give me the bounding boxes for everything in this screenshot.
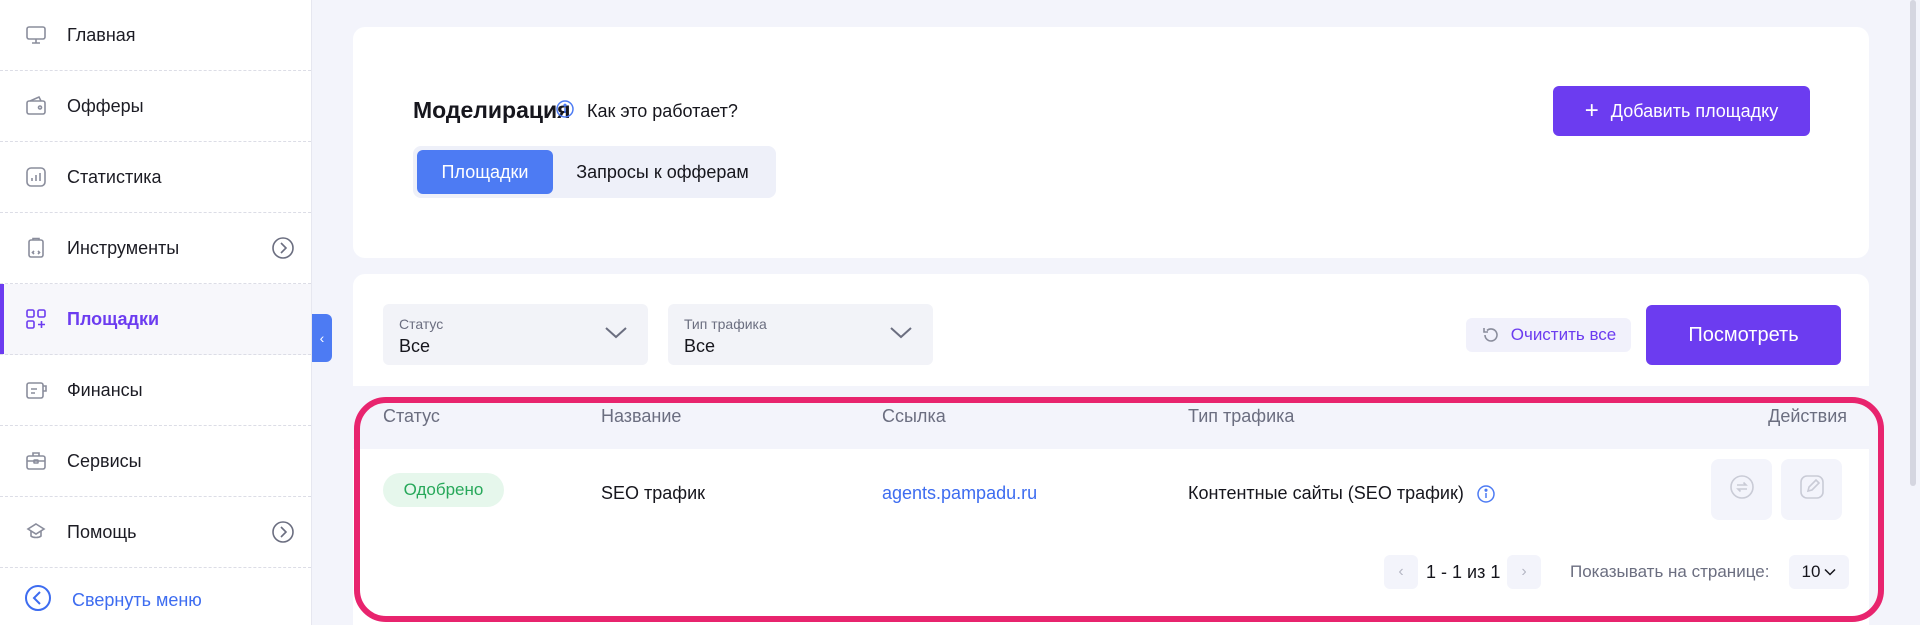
reset-icon [1481,325,1501,345]
view-button[interactable]: Посмотреть [1646,305,1841,365]
tab-offer-requests[interactable]: Запросы к офферам [553,150,772,194]
sidebar-toggle-tab[interactable]: ‹ [312,314,332,362]
info-icon [555,99,575,124]
sidebar-item-label: Помощь [67,521,137,542]
column-actions: Действия [1768,406,1847,426]
status-filter-select[interactable]: Статус Все [383,304,648,365]
wallet-icon [24,94,48,118]
how-it-works-label: Как это работает? [587,101,738,121]
traffic-type-filter-select[interactable]: Тип трафика Все [668,304,933,365]
plus-icon: + [1584,97,1599,124]
chevron-right-icon[interactable] [271,236,295,265]
help-icon [24,520,48,544]
row-traffic-type-label: Контентные сайты (SEO трафик) [1188,483,1464,503]
table-row: Одобрено SEO трафик agents.pampadu.ru Ко… [353,459,1869,529]
chevron-down-icon [1824,568,1836,576]
edit-button[interactable] [1781,459,1842,520]
pencil-icon [1798,473,1826,506]
column-name: Название [601,406,682,426]
add-platform-button[interactable]: + Добавить площадку [1553,86,1810,136]
pagination-range: 1 - 1 из 1 [1426,562,1501,582]
collapse-menu-label: Свернуть меню [72,590,202,610]
sidebar-item-label: Статистика [67,166,162,187]
chevron-down-icon [889,324,913,345]
moderation-header-card: Моделирация Как это работает? Площадки З… [353,27,1869,258]
scrollbar-thumb[interactable] [1910,0,1916,486]
page-title: Моделирация [413,97,571,123]
per-page-value: 10 [1801,562,1821,581]
sidebar-item-tools[interactable]: Инструменты [0,213,311,284]
per-page-select[interactable]: 10 [1789,555,1849,589]
clear-filters-button[interactable]: Очистить все [1466,318,1631,352]
row-traffic-type: Контентные сайты (SEO трафик) [1188,483,1496,504]
sidebar-item-statistics[interactable]: Статистика [0,142,311,213]
chevron-left-icon: ‹ [319,330,325,346]
sidebar-item-label: Сервисы [67,450,142,471]
sidebar-item-platforms[interactable]: Площадки [0,284,311,355]
monitor-icon [24,23,48,47]
per-page-label: Показывать на странице: [1570,562,1770,581]
chevron-down-icon [604,324,628,345]
sidebar: Главная Офферы Статистика Инструменты Пл… [0,0,312,625]
chevron-left-icon: ‹ [1398,563,1404,580]
tools-icon [24,236,48,260]
column-link: Ссылка [882,406,946,426]
sidebar-item-finance[interactable]: Финансы [0,355,311,426]
tabs: Площадки Запросы к офферам [413,146,776,198]
clear-filters-label: Очистить все [1510,325,1617,344]
tab-platforms[interactable]: Площадки [417,150,553,194]
platforms-table-card: Статус Все Тип трафика Все Очистить все … [353,274,1869,625]
sidebar-item-label: Финансы [67,379,143,400]
column-traffic-type: Тип трафика [1188,406,1295,426]
collapse-menu-button[interactable]: Свернуть меню [24,584,202,617]
sidebar-item-services[interactable]: Сервисы [0,426,311,497]
next-page-button[interactable]: › [1507,555,1541,589]
grid-plus-icon [24,307,48,331]
refresh-icon [1728,473,1756,506]
add-platform-label: Добавить площадку [1610,100,1779,121]
sidebar-item-label: Инструменты [67,237,180,258]
row-link[interactable]: agents.pampadu.ru [882,483,1037,504]
chart-icon [24,165,48,189]
status-filter-caption: Статус [399,316,444,332]
finance-icon [24,378,48,402]
sidebar-item-label: Офферы [67,95,144,116]
status-badge: Одобрено [383,473,504,507]
chevron-left-circle-icon [24,584,52,617]
sidebar-item-main[interactable]: Главная [0,0,311,71]
sidebar-item-label: Главная [67,24,136,45]
prev-page-button[interactable]: ‹ [1384,555,1418,589]
info-icon[interactable] [1476,484,1496,504]
column-status: Статус [383,406,440,426]
chevron-right-icon: › [1521,563,1527,580]
traffic-type-filter-value: Все [684,336,716,356]
briefcase-icon [24,449,48,473]
row-name: SEO трафик [601,483,706,503]
sidebar-item-offers[interactable]: Офферы [0,71,311,142]
chevron-right-icon[interactable] [271,520,295,549]
status-filter-value: Все [399,336,431,356]
traffic-type-filter-caption: Тип трафика [684,316,767,332]
sidebar-item-help[interactable]: Помощь [0,497,311,568]
table-header: Статус Название Ссылка Тип трафика Дейст… [353,386,1869,449]
page-scrollbar[interactable] [1906,0,1920,625]
how-it-works-link[interactable]: Как это работает? [555,99,738,124]
sidebar-item-label: Площадки [67,308,160,329]
resubmit-button[interactable] [1711,459,1772,520]
